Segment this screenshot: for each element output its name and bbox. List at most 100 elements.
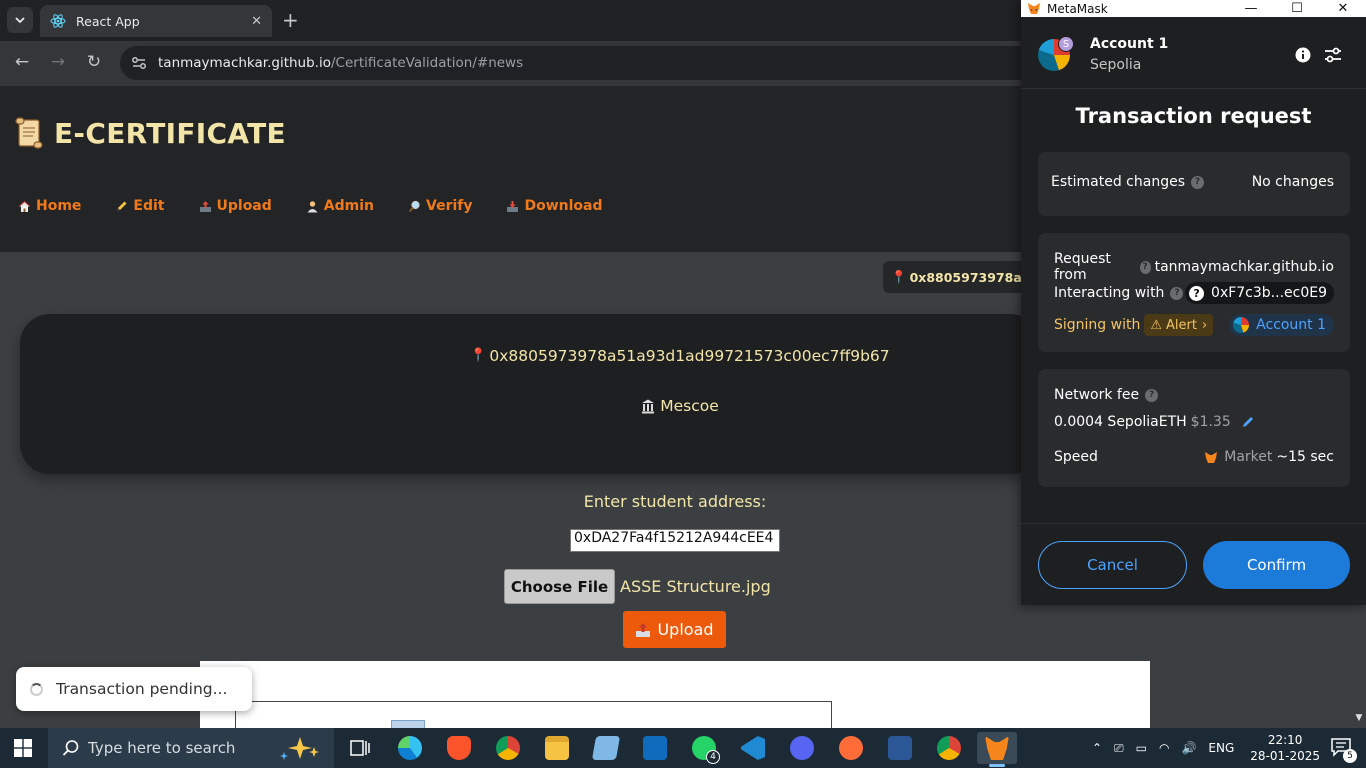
help-icon[interactable]: ? [1191, 175, 1204, 189]
help-icon[interactable]: ? [1145, 388, 1159, 402]
contract-address-pill[interactable]: ? 0xF7c3b...ec0E9 [1185, 282, 1334, 304]
warning-icon: ⚠ [1150, 317, 1162, 333]
house-icon [18, 200, 31, 212]
confirm-button[interactable]: Confirm [1203, 541, 1350, 589]
metamask-titlebar: MetaMask — ☐ ✕ [1021, 0, 1366, 17]
minimize-icon[interactable]: — [1228, 1, 1274, 16]
wifi-icon[interactable]: ◠ [1159, 741, 1169, 755]
windows-start-icon[interactable] [14, 739, 32, 757]
system-tray: ⌃ ⎚ ▭ ◠ 🔊 ENG 22:10 28-01-2025 5 [1086, 728, 1366, 768]
browser-tab[interactable]: React App ✕ [40, 5, 272, 37]
nav-home-label: Home [36, 198, 82, 214]
main-nav: Home Edit Upload Admin Verify Download [18, 198, 637, 214]
task-view-icon[interactable] [340, 732, 380, 764]
notifications-icon[interactable]: 5 [1330, 737, 1357, 763]
edge-icon[interactable] [390, 732, 430, 764]
speed-label: Speed [1054, 449, 1098, 465]
forward-arrow-icon[interactable]: → [47, 52, 69, 72]
outbox-tray-icon [636, 622, 651, 637]
new-tab-icon[interactable]: + [282, 8, 299, 32]
discord-icon[interactable] [782, 732, 822, 764]
pin-icon: 📍 [891, 269, 907, 284]
search-placeholder: Type here to search [88, 739, 236, 757]
network-fee-label: Network fee [1054, 387, 1140, 403]
metamask-window-title: MetaMask [1047, 1, 1108, 16]
volume-icon[interactable]: 🔊 [1181, 741, 1196, 755]
request-from-value: tanmaymachkar.github.io [1154, 259, 1334, 275]
account-name: Account 1 [1090, 36, 1169, 52]
nav-download-label: Download [524, 198, 603, 214]
close-tab-icon[interactable]: ✕ [251, 14, 262, 29]
back-arrow-icon[interactable]: ← [11, 52, 33, 72]
meet-now-icon[interactable]: ⎚ [1114, 741, 1124, 756]
info-icon[interactable] [1295, 47, 1311, 63]
nav-home[interactable]: Home [18, 198, 81, 214]
brand-title: E-CERTIFICATE [54, 116, 286, 150]
network-fee-amount: 0.0004 SepoliaETH [1054, 414, 1187, 430]
signing-account-pill[interactable]: Account 1 [1229, 314, 1334, 336]
outlook-icon[interactable] [635, 732, 675, 764]
battery-icon[interactable]: ▭ [1136, 741, 1147, 755]
clock-date: 28-01-2025 [1250, 749, 1320, 763]
network-fee-amount-row: 0.0004 SepoliaETH $1.35 [1054, 414, 1334, 430]
nav-admin-label: Admin [323, 198, 374, 214]
nav-upload[interactable]: Upload [199, 198, 272, 214]
nav-admin[interactable]: Admin [306, 198, 374, 214]
institution-name: Mescoe [660, 397, 719, 415]
certificate-preview [200, 661, 1150, 728]
whatsapp-badge: 4 [706, 750, 720, 764]
institution-card: 📍 0x8805973978a51a93d1ad99721573c00ec7ff… [20, 314, 1040, 474]
inbox-tray-icon [507, 200, 519, 212]
chrome-icon[interactable] [488, 732, 528, 764]
chevron-down-icon [15, 17, 25, 24]
url-host: tanmaymachkar.github.io [158, 55, 331, 71]
close-window-icon[interactable]: ✕ [1320, 1, 1366, 16]
alert-pill[interactable]: ⚠ Alert › [1144, 314, 1214, 336]
estimated-changes-label: Estimated changes [1051, 174, 1185, 190]
file-explorer-icon[interactable] [537, 732, 577, 764]
word-icon[interactable] [880, 732, 920, 764]
sliders-icon[interactable] [1323, 45, 1343, 65]
reload-icon[interactable]: ↻ [83, 52, 105, 72]
laptop-app-icon[interactable] [586, 732, 626, 764]
chrome-icon[interactable] [929, 732, 969, 764]
maximize-icon[interactable]: ☐ [1274, 1, 1320, 16]
metamask-taskbar-icon[interactable] [977, 732, 1017, 767]
nav-upload-label: Upload [216, 198, 272, 214]
help-icon[interactable]: ? [1139, 260, 1151, 274]
taskbar-search[interactable]: Type here to search [48, 728, 334, 768]
nav-edit[interactable]: Edit [115, 198, 165, 214]
vscode-icon[interactable] [733, 732, 773, 764]
speed-value-group: Market ~15 sec [1204, 449, 1334, 465]
chevron-up-icon[interactable]: ⌃ [1092, 741, 1102, 755]
speed-time: ~15 sec [1276, 449, 1334, 465]
metamask-fox-icon [1028, 3, 1040, 14]
site-brand[interactable]: E-CERTIFICATE [12, 116, 286, 150]
clock-time: 22:10 [1267, 733, 1303, 747]
scroll-down-arrow-icon[interactable]: ▼ [1352, 713, 1366, 727]
edit-fee-pencil-icon[interactable] [1241, 415, 1255, 429]
transaction-request-heading: Transaction request [1075, 104, 1312, 128]
sparkle-icon[interactable] [276, 735, 326, 761]
nav-download[interactable]: Download [506, 198, 603, 214]
upload-button[interactable]: Upload [623, 611, 726, 648]
signing-with-label: Signing with [1054, 317, 1141, 333]
toast-message: Transaction pending... [56, 680, 228, 698]
nav-verify[interactable]: Verify [408, 198, 472, 214]
whatsapp-icon[interactable]: 4 [684, 732, 724, 764]
student-address-input[interactable]: 0xDA27Fa4f15212A944cEE4 [570, 529, 780, 552]
tab-search-button[interactable] [7, 7, 33, 33]
help-icon[interactable]: ? [1170, 286, 1184, 300]
institution-address: 0x8805973978a51a93d1ad99721573c00ec7ff9b… [489, 347, 890, 365]
bank-building-icon [642, 399, 655, 414]
clock[interactable]: 22:10 28-01-2025 [1250, 732, 1320, 764]
site-info-icon[interactable] [130, 54, 148, 72]
choose-file-button[interactable]: Choose File [504, 569, 615, 604]
request-from-label: Request from [1054, 251, 1111, 283]
language-indicator[interactable]: ENG [1208, 741, 1234, 755]
cancel-button[interactable]: Cancel [1038, 541, 1187, 589]
interacting-with-label: Interacting with [1054, 285, 1165, 301]
network-badge: S [1058, 36, 1074, 52]
postman-icon[interactable] [831, 732, 871, 764]
brave-icon[interactable] [439, 732, 479, 764]
